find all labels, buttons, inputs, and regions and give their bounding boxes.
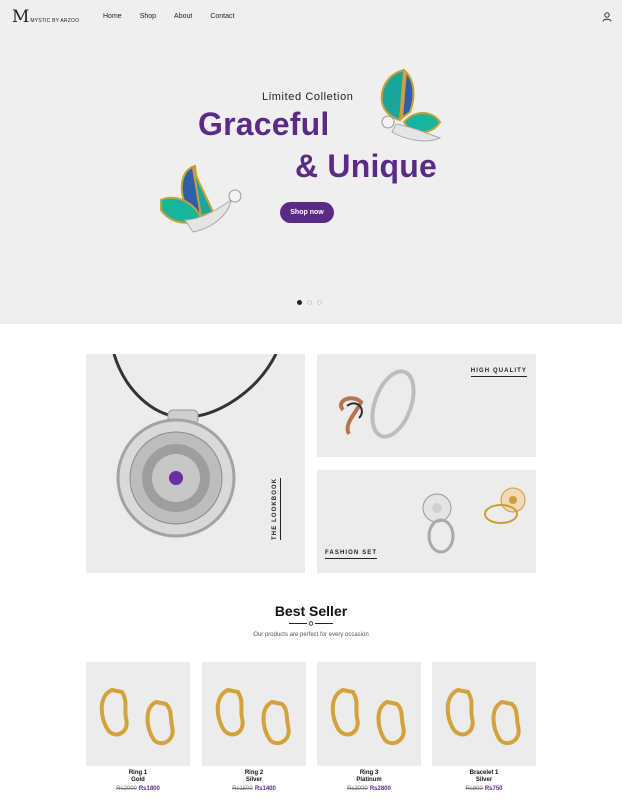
- hero-title-line2: & Unique: [295, 148, 438, 184]
- section-divider: [289, 621, 333, 626]
- high-quality-tile[interactable]: HIGH QUALITY: [317, 354, 536, 457]
- product-material: Platinum: [356, 777, 382, 783]
- pendant-image: [112, 354, 278, 538]
- carousel-dots: [297, 300, 322, 305]
- hero-banner: Limited Colletion Graceful & Unique Shop…: [0, 36, 622, 324]
- product-name[interactable]: Ring 3: [317, 770, 421, 776]
- product-image[interactable]: [86, 662, 190, 766]
- product-card[interactable]: Bracelet 1 Silver Rs800 Rs750: [432, 662, 536, 792]
- product-card[interactable]: Ring 1 Gold Rs2000 Rs1800: [86, 662, 190, 792]
- fashion-set-tile[interactable]: FASHION SET: [317, 470, 536, 573]
- nav-shop[interactable]: Shop: [140, 13, 156, 20]
- earring-image: [215, 687, 291, 746]
- lookbook-label: THE LOOKBOOK: [272, 477, 281, 540]
- hero-title-line1: Graceful: [198, 106, 330, 142]
- product-prices: Rs2000 Rs1800: [86, 786, 190, 792]
- product-material: Silver: [475, 777, 493, 783]
- site-header: M MYSTIC BY ARZOO Home Shop About Contac…: [0, 0, 622, 36]
- product-prices: Rs3000 Rs2800: [317, 786, 421, 792]
- nav-home[interactable]: Home: [103, 13, 122, 20]
- old-price: Rs3000: [347, 786, 368, 792]
- earring-image: [445, 687, 521, 746]
- old-price: Rs800: [465, 786, 483, 792]
- brand-name: MYSTIC BY ARZOO: [30, 17, 80, 24]
- earring-image: [99, 687, 175, 746]
- butterfly-earring-image: [160, 164, 242, 233]
- earring-image: [330, 687, 406, 746]
- product-card[interactable]: Ring 2 Silver Rs1500 Rs1400: [202, 662, 306, 792]
- old-price: Rs2000: [116, 786, 137, 792]
- lookbook-tile[interactable]: THE LOOKBOOK: [86, 354, 305, 573]
- best-seller-title: Best Seller: [274, 603, 348, 619]
- old-price: Rs1500: [232, 786, 253, 792]
- high-quality-label: HIGH QUALITY: [470, 368, 527, 377]
- current-price: Rs1400: [254, 786, 276, 792]
- nav-contact[interactable]: Contact: [210, 13, 234, 20]
- product-prices: Rs1500 Rs1400: [202, 786, 306, 792]
- brand-logo[interactable]: M MYSTIC BY ARZOO: [12, 9, 79, 26]
- product-material: Silver: [245, 777, 263, 783]
- current-price: Rs750: [484, 786, 503, 792]
- nav-about[interactable]: About: [174, 13, 192, 20]
- product-name[interactable]: Ring 1: [86, 770, 190, 776]
- product-image[interactable]: [202, 662, 306, 766]
- product-name[interactable]: Bracelet 1: [432, 770, 536, 776]
- main-nav: Home Shop About Contact: [103, 13, 252, 20]
- product-image[interactable]: [317, 662, 421, 766]
- current-price: Rs1800: [138, 786, 160, 792]
- current-price: Rs2800: [369, 786, 391, 792]
- product-name[interactable]: Ring 2: [202, 770, 306, 776]
- best-seller-subtitle: Our products are perfect for every occas…: [253, 632, 369, 638]
- carousel-dot-3[interactable]: [317, 300, 322, 305]
- product-image[interactable]: [432, 662, 536, 766]
- user-icon[interactable]: [602, 12, 612, 22]
- logo-mark: M: [12, 7, 29, 27]
- product-prices: Rs800 Rs750: [432, 786, 536, 792]
- hero-kicker: Limited Colletion: [262, 91, 354, 103]
- fashion-set-label: FASHION SET: [325, 550, 378, 559]
- product-material: Gold: [131, 777, 145, 783]
- carousel-dot-2[interactable]: [307, 300, 312, 305]
- product-card[interactable]: Ring 3 Platinum Rs3000 Rs2800: [317, 662, 421, 792]
- carousel-dot-1[interactable]: [297, 300, 302, 305]
- shop-now-button[interactable]: Shop now: [280, 202, 334, 223]
